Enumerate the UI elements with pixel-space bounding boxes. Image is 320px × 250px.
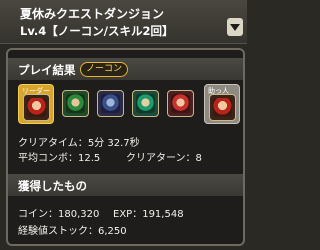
avg-combo-stat: 平均コンボ：12.5 (18, 149, 100, 164)
dungeon-header: 夏休みクエストダンジョン Lv.4【ノーコン/スキル2回】 (0, 0, 247, 44)
play-result-header: プレイ結果 ノーコン (8, 58, 243, 80)
exp-label: EXP： (113, 209, 143, 220)
clear-time-label: クリアタイム： (18, 138, 88, 149)
result-panel: プレイ結果 ノーコン リーダー 助っ人 クリアタイム：5分 32.7秒 平均コン… (6, 48, 245, 246)
exp-stock-label: 経験値ストック： (18, 226, 98, 237)
dungeon-subtitle: Lv.4【ノーコン/スキル2回】 (20, 24, 174, 38)
exp-stock-stat: 経験値ストック：6,250 (18, 222, 127, 237)
monster-icon-2[interactable] (62, 90, 89, 117)
clear-time-stat: クリアタイム：5分 32.7秒 (18, 134, 140, 149)
clear-turn-stat: クリアターン：8 (126, 149, 202, 164)
play-result-label: プレイ結果 (18, 63, 76, 77)
no-continue-badge: ノーコン (80, 62, 129, 77)
monster-icon-3[interactable] (97, 90, 124, 117)
monster-icon-5[interactable] (167, 90, 194, 117)
coin-value: 180,320 (58, 209, 100, 220)
clear-turn-value: 8 (195, 153, 202, 164)
coin-label: コイン： (18, 209, 58, 220)
rewards-label: 獲得したもの (18, 179, 87, 193)
coin-stat: コイン：180,320 (18, 205, 99, 220)
avg-combo-value: 12.5 (78, 153, 101, 164)
team-row: リーダー 助っ人 (18, 84, 240, 124)
exp-value: 191,548 (142, 209, 184, 220)
dropdown-button[interactable] (227, 18, 243, 36)
rewards-header: 獲得したもの (8, 174, 243, 196)
exp-stat: EXP：191,548 (113, 205, 184, 220)
clear-turn-label: クリアターン： (126, 153, 196, 164)
leader-monster-icon[interactable] (23, 94, 50, 121)
friend-monster-icon[interactable] (209, 94, 236, 121)
exp-stock-value: 6,250 (98, 226, 127, 237)
monster-icon-4[interactable] (132, 90, 159, 117)
dungeon-title: 夏休みクエストダンジョン (20, 7, 165, 21)
avg-combo-label: 平均コンボ： (18, 153, 78, 164)
clear-time-value: 5分 32.7秒 (87, 138, 140, 149)
